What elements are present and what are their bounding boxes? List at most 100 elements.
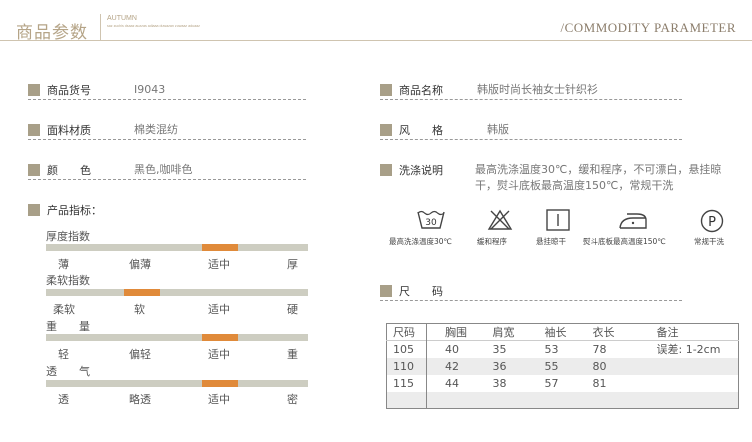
dry-clean-p-icon: P [700,209,724,233]
table-cell [481,392,533,409]
header-deco-box: AUTUMN saz zuchis dsaaz auzzas adiaaa du… [101,14,229,40]
param-fabric: 面料材质 棉类混纺 [28,119,306,149]
param-value: 韩版时尚长袖女士针织衫 [477,83,598,96]
param-value: 韩版 [487,123,509,136]
indicator-mark [202,244,238,251]
header-deco-title: AUTUMN [107,15,137,22]
indicator-tick: 适中 [208,348,230,361]
svg-text:30: 30 [425,218,437,228]
table-cell [637,358,739,375]
table-row [386,391,739,409]
param-label: 洗涤说明 [399,164,443,177]
table-row: 115 44 38 57 81 [386,374,739,392]
table-header-cell: 尺码 [386,323,427,341]
table-cell [386,391,427,409]
table-cell: 80 [592,359,607,373]
wash-30-icon: 30 [417,210,445,229]
table-header-row: 尺码 胸围 肩宽 袖长 衣长 备注 [386,323,739,341]
header-right-title: /COMMODITY PARAMETER [560,20,736,35]
size-table: 尺码 胸围 肩宽 袖长 衣长 备注 105 40 35 53 78 误差: 1-… [386,323,739,409]
indicator-tick: 密 [287,393,298,406]
care-no-bleach: 缓和程序 [477,208,515,246]
table-cell: 78 [592,342,607,356]
param-label: 产品指标： [47,204,102,217]
param-value-line1: 最高洗涤温度30℃，缓和程序，不可漂白，悬挂晾 [475,163,722,176]
indicator-tick: 适中 [208,303,230,316]
indicator-tick: 重 [287,348,298,361]
table-cell: 55 [544,359,559,373]
table-cell: 81 [592,376,607,390]
indicator-tick: 透 [58,393,69,406]
indicator-track [46,380,308,387]
indicator-mark [202,380,238,387]
param-label: 风 格 [399,124,443,137]
param-label: 面料材质 [47,124,91,137]
dashed-divider [380,99,682,100]
bullet-square [28,84,40,96]
param-label: 商品名称 [399,84,443,97]
param-label: 尺 码 [399,285,443,298]
indicator-tick: 薄 [58,258,69,271]
indicator-tick: 轻 [58,348,69,361]
table-header-cell: 肩宽 [492,326,515,339]
param-label: 颜 色 [47,164,91,177]
param-indicators: 产品指标： [28,199,306,229]
table-cell: 35 [492,342,507,356]
table-cell: 42 [445,359,459,373]
indicator-title: 透 气 [46,365,90,378]
bullet-square [380,285,392,297]
table-cell: 误差: 1-2cm [656,343,721,357]
param-value-line2: 干，熨斗底板最高温度150℃，常规干洗 [475,179,674,192]
table-cell [533,392,583,409]
indicator-mark [202,334,238,341]
indicator-tick: 硬 [287,303,298,316]
care-caption: 常规干洗 [694,237,724,246]
param-product-name: 商品名称 韩版时尚长袖女士针织衫 [380,79,682,109]
table-cell [637,392,739,409]
bullet-square [28,124,40,136]
dashed-divider [28,99,306,100]
indicator-title: 柔软指数 [46,274,90,287]
table-cell: 115 [386,374,427,392]
param-item-no: 商品货号 I9043 [28,79,306,109]
table-row: 110 42 36 55 80 [386,357,739,375]
table-cell [583,392,637,409]
table-cell: 36 [492,359,507,373]
dashed-divider [380,139,682,140]
table-header-cell: 袖长 [544,326,567,339]
indicator-tick: 柔软 [53,303,75,316]
bullet-square [380,164,392,176]
no-bleach-icon [487,209,513,230]
table-cell: 38 [492,376,507,390]
indicator-track [46,244,308,251]
param-value: 黑色,咖啡色 [134,163,193,176]
indicator-tick: 厚 [287,258,298,271]
table-header-cell: 胸围 [445,326,467,339]
indicator-tick: 适中 [208,258,230,271]
dashed-divider [380,300,682,301]
indicator-track [46,289,308,296]
table-cell: 110 [386,357,427,375]
param-style: 风 格 韩版 [380,119,682,149]
table-cell [427,392,481,409]
header-underline [0,40,752,41]
care-hang-dry: 悬挂晾干 [536,208,573,246]
table-cell: 44 [445,376,459,390]
bullet-square [380,84,392,96]
care-wash-30: 30 最高洗涤温度30℃ [389,208,452,246]
bullet-square [380,124,392,136]
indicator-tick: 软 [134,303,145,316]
indicator-tick: 偏轻 [129,348,151,361]
care-caption: 悬挂晾干 [536,237,566,246]
param-wash: 洗涤说明 最高洗涤温度30℃，缓和程序，不可漂白，悬挂晾 干，熨斗底板最高温度1… [380,159,742,199]
indicator-title: 厚度指数 [46,230,90,243]
dashed-divider [28,179,306,180]
table-cell [637,375,739,392]
indicator-mark [124,289,160,296]
table-header-cell: 衣长 [592,326,615,339]
indicator-tick: 适中 [208,393,230,406]
care-caption: 熨斗底板最高温度150℃ [583,237,666,246]
care-iron: 熨斗底板最高温度150℃ [583,208,666,246]
indicator-tick: 偏薄 [129,258,151,271]
indicator-tick: 略透 [129,393,151,406]
